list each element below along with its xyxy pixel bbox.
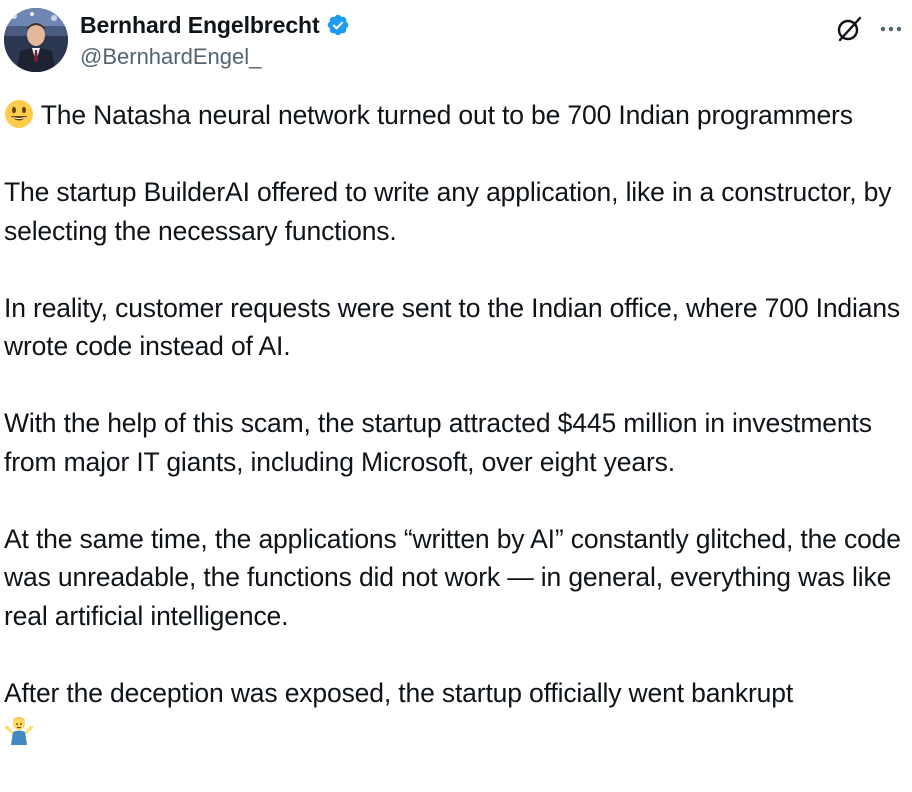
tweet-text: The Natasha neural network turned out to… [4, 96, 904, 789]
avatar-portrait-icon [4, 8, 68, 72]
author-names: Bernhard Engelbrecht @BernhardEngel_ [80, 10, 350, 70]
tweet-paragraph-1: The Natasha neural network turned out to… [4, 96, 904, 135]
author-display-name[interactable]: Bernhard Engelbrecht [80, 12, 320, 39]
smiley-face-emoji-icon [4, 99, 34, 129]
tweet-header: Bernhard Engelbrecht @BernhardEngel_ [0, 0, 912, 90]
verified-badge-icon[interactable] [326, 13, 350, 37]
display-name-row: Bernhard Engelbrecht [80, 10, 350, 40]
author-avatar[interactable] [4, 8, 68, 72]
tweet-paragraph-6-text: After the deception was exposed, the sta… [4, 677, 794, 708]
more-horizontal-icon[interactable] [876, 14, 906, 44]
tweet-paragraph-4: With the help of this scam, the startup … [4, 408, 880, 477]
person-shrugging-emoji-icon [4, 715, 34, 745]
author-handle[interactable]: @BernhardEngel_ [80, 44, 350, 70]
grok-icon[interactable] [834, 14, 864, 44]
tweet-paragraph-6: After the deception was exposed, the sta… [4, 674, 904, 751]
tweet-paragraph-2: The startup BuilderAI offered to write a… [4, 177, 899, 246]
tweet-paragraph-5: At the same time, the applications “writ… [4, 523, 909, 631]
tweet-paragraph-3: In reality, customer requests were sent … [4, 292, 908, 362]
tweet-paragraph-1-text: The Natasha neural network turned out to… [34, 100, 853, 130]
